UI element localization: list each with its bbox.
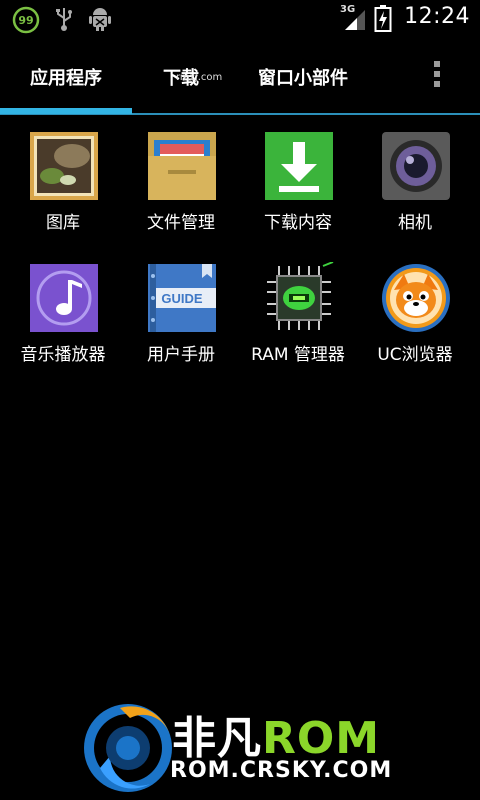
- clock: 12:24: [404, 4, 470, 29]
- usb-icon: [54, 6, 74, 36]
- app-camera[interactable]: 相机: [356, 120, 474, 240]
- svg-text:GUIDE: GUIDE: [161, 291, 203, 306]
- tab-apps[interactable]: 应用程序: [30, 64, 102, 90]
- tab-widgets[interactable]: 窗口小部件: [258, 64, 348, 90]
- app-label: 用户手册: [147, 345, 215, 365]
- svg-text:99: 99: [18, 14, 33, 27]
- app-downloads[interactable]: 下载内容: [239, 120, 357, 240]
- download-icon: [263, 130, 335, 202]
- app-user-manual[interactable]: GUIDE 用户手册: [122, 252, 240, 372]
- overflow-menu-icon[interactable]: [432, 61, 442, 93]
- battery-charging-icon: [374, 5, 392, 37]
- guide-book-icon: GUIDE: [146, 262, 218, 334]
- brand-logo: 非凡ROM ROM.CRSKY.COM: [80, 696, 410, 796]
- app-label: 音乐播放器: [20, 345, 106, 365]
- brand-subtitle: ROM.CRSKY.COM: [170, 758, 393, 783]
- chip-icon: [263, 261, 335, 334]
- app-uc-browser[interactable]: UC浏览器: [356, 252, 474, 372]
- active-tab-indicator: [0, 108, 132, 114]
- app-ram-manager[interactable]: RAM 管理器: [239, 252, 357, 372]
- brand-title-rom: ROM: [262, 713, 381, 764]
- camera-icon: [380, 130, 452, 202]
- app-gallery[interactable]: 图库: [4, 120, 122, 240]
- brand-title-cn: 非凡: [172, 713, 262, 764]
- app-file-manager[interactable]: 文件管理: [122, 120, 240, 240]
- brand-title: 非凡ROM: [172, 702, 380, 766]
- app-label: RAM 管理器: [251, 345, 345, 365]
- app-music-player[interactable]: 音乐播放器: [4, 252, 122, 372]
- brand-swirl-icon: [84, 704, 172, 792]
- app-label: 文件管理: [147, 213, 215, 233]
- signal-strength-icon: [343, 8, 367, 36]
- app-label: 下载内容: [264, 213, 332, 233]
- battery-percent-icon: 99: [12, 6, 40, 38]
- app-label: UC浏览器: [377, 345, 453, 365]
- folder-icon: [146, 130, 218, 202]
- watermark-text: rmzj.com: [176, 72, 223, 83]
- app-label: 图库: [46, 213, 80, 233]
- app-label: 相机: [398, 213, 432, 233]
- music-note-icon: [28, 262, 100, 334]
- uc-browser-icon: [380, 262, 452, 334]
- gallery-icon: [28, 130, 100, 202]
- status-bar: 99 3G 12:24: [0, 0, 480, 38]
- android-debug-icon: [88, 6, 112, 36]
